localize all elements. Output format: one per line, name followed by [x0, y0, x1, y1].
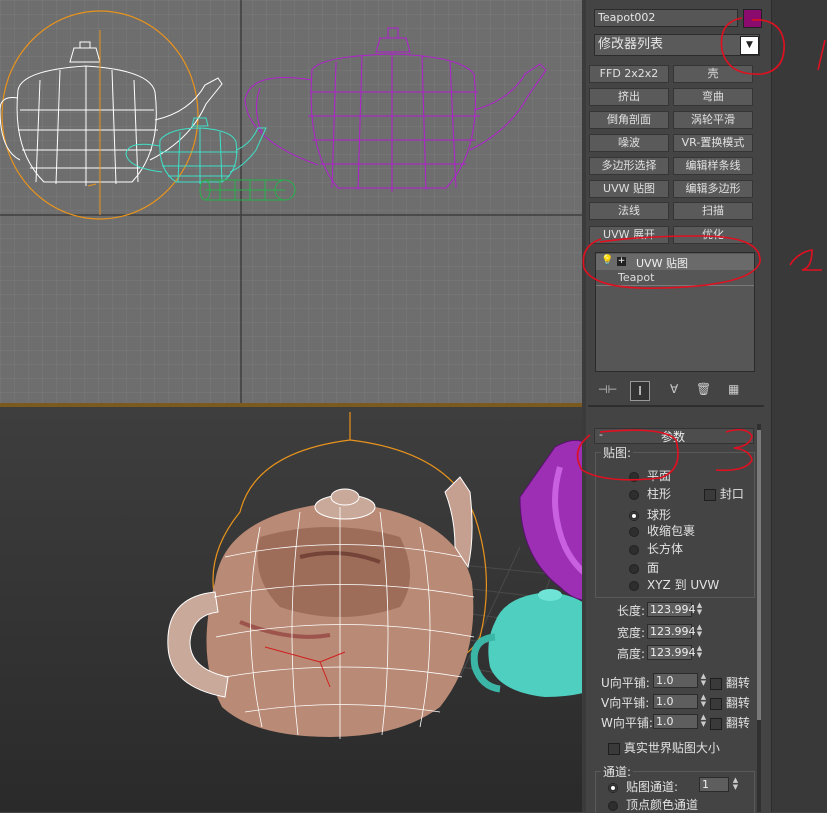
red-annotations: [576, 17, 826, 481]
annotation-circle-1: [720, 17, 785, 75]
annotation-number-3: [715, 428, 753, 472]
annotation-circle-3: [576, 429, 679, 481]
annotation-number-2: [789, 249, 822, 271]
annotation-number-1: [817, 39, 826, 71]
annotation-circle-2: [582, 235, 761, 289]
